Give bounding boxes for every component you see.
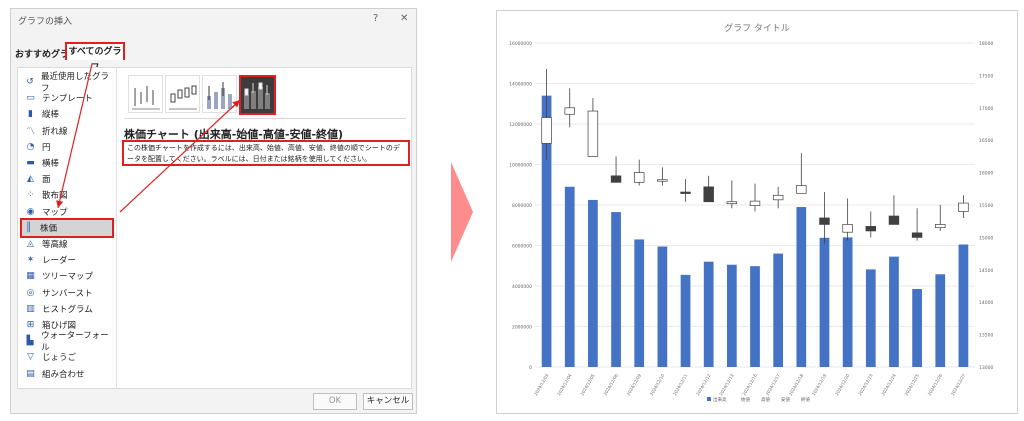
volume-bar	[842, 237, 853, 367]
y-right-tick-label: 16000	[979, 171, 993, 177]
x-tick-label: 2024/12/11	[672, 373, 689, 397]
candle-body	[610, 175, 622, 183]
stock-chart-panel[interactable]: グラフ タイトル 0 2000000 4000000 6000000 8000000 10…	[496, 10, 1018, 414]
candle-body	[772, 194, 784, 201]
x-tick-label: 2024/12/20	[834, 373, 851, 397]
candle-body	[587, 110, 599, 157]
x-tick-label: 2024/12/10	[649, 373, 666, 397]
volume-bar	[889, 256, 899, 367]
candle-body	[726, 201, 738, 205]
arrow-category-to-subtype	[119, 99, 241, 213]
y-left-tick-label: 12000000	[509, 122, 532, 128]
volume-bar	[773, 253, 784, 367]
x-tick-label: 2024/12/16	[741, 373, 758, 397]
volume-bar	[657, 246, 668, 367]
volume-bar	[935, 274, 946, 367]
annotation-arrows	[56, 63, 241, 213]
y-left-tick-label: 14000000	[509, 82, 532, 88]
y-right-tick-label: 13500	[979, 333, 993, 339]
x-tick-label: 2024/12/13	[718, 373, 735, 397]
candle-body	[911, 232, 923, 238]
arrow-tab-to-category	[56, 63, 93, 209]
volume-bar	[819, 237, 830, 367]
x-tick-label: 2024/12/27	[950, 373, 967, 397]
candle-body	[680, 191, 691, 194]
candle-body	[935, 224, 946, 229]
x-tick-label: 2024/12/18	[788, 373, 805, 397]
x-tick-label: 2024/12/12	[695, 373, 712, 397]
legend-label: 始値	[741, 396, 750, 403]
candle-body	[633, 172, 645, 183]
x-tick-label: 2024/12/23	[857, 373, 874, 397]
x-tick-label: 2024/12/05	[579, 373, 596, 397]
candle-body	[749, 200, 761, 206]
x-tick-label: 2024/12/24	[880, 373, 897, 397]
candle-body	[842, 224, 853, 233]
candle-body	[541, 117, 552, 144]
volume-bar	[958, 244, 969, 367]
volume-bar	[564, 186, 575, 367]
arrow-head-line	[231, 99, 241, 109]
x-tick-label: 2024/12/06	[603, 373, 620, 397]
x-tick-label: 2024/12/04	[556, 373, 573, 397]
volume-bar	[726, 264, 737, 367]
candle-body	[657, 179, 668, 182]
y-left-tick-label: 4000000	[512, 284, 532, 290]
legend-label: 高値	[761, 396, 770, 403]
candle-body	[819, 217, 830, 225]
y-right-tick-label: 16500	[979, 138, 993, 144]
legend-label: 安値	[781, 396, 790, 403]
volume-bar	[750, 266, 760, 367]
candle-body	[564, 107, 575, 115]
y-right-tick-label: 13000	[979, 365, 993, 371]
y-right-tick-label: 15000	[979, 235, 993, 241]
x-tick-label: 2024/12/26	[927, 373, 944, 397]
stock-chart: 0 2000000 4000000 6000000 8000000 10000000 120…	[509, 41, 993, 403]
y-left-tick-label: 8000000	[512, 203, 532, 209]
volume-bar	[796, 207, 807, 367]
y-left-tick-label: 0	[529, 365, 532, 371]
y-right-tick-label: 17500	[979, 73, 993, 79]
x-tick-label: 2024/12/19	[811, 373, 828, 397]
y-right-tick-label: 14000	[979, 300, 993, 306]
y-left-tick-label: 2000000	[512, 325, 532, 331]
candle-body	[958, 202, 969, 212]
candle-body	[796, 185, 807, 194]
y-right-tick-label: 15500	[979, 203, 993, 209]
y-right-tick-label: 17000	[979, 106, 993, 112]
y-left-tick-label: 16000000	[509, 41, 532, 47]
y-left-tick-label: 10000000	[509, 163, 532, 169]
y-right-tick-label: 18000	[979, 41, 993, 47]
volume-bar	[912, 289, 922, 367]
y-right-tick-label: 14500	[979, 268, 993, 274]
transition-arrow-icon	[451, 162, 473, 262]
candle-body	[865, 226, 877, 232]
legend-label: 出来高	[713, 396, 727, 403]
x-tick-label: 2024/12/25	[904, 373, 921, 397]
legend-label: 終値	[801, 396, 810, 403]
volume-bar	[588, 199, 598, 367]
volume-bar	[703, 261, 714, 367]
volume-bar	[865, 269, 876, 367]
volume-bar	[634, 239, 645, 367]
volume-bar	[680, 274, 691, 367]
candle-body	[888, 215, 900, 225]
candle-body	[703, 186, 714, 203]
x-tick-label: 2024/12/17	[765, 373, 782, 397]
legend-swatch	[707, 397, 711, 401]
y-left-tick-label: 6000000	[512, 244, 532, 250]
volume-bar	[611, 212, 621, 367]
x-tick-label: 2024/12/03	[533, 373, 550, 397]
x-tick-label: 2024/12/09	[626, 373, 643, 397]
